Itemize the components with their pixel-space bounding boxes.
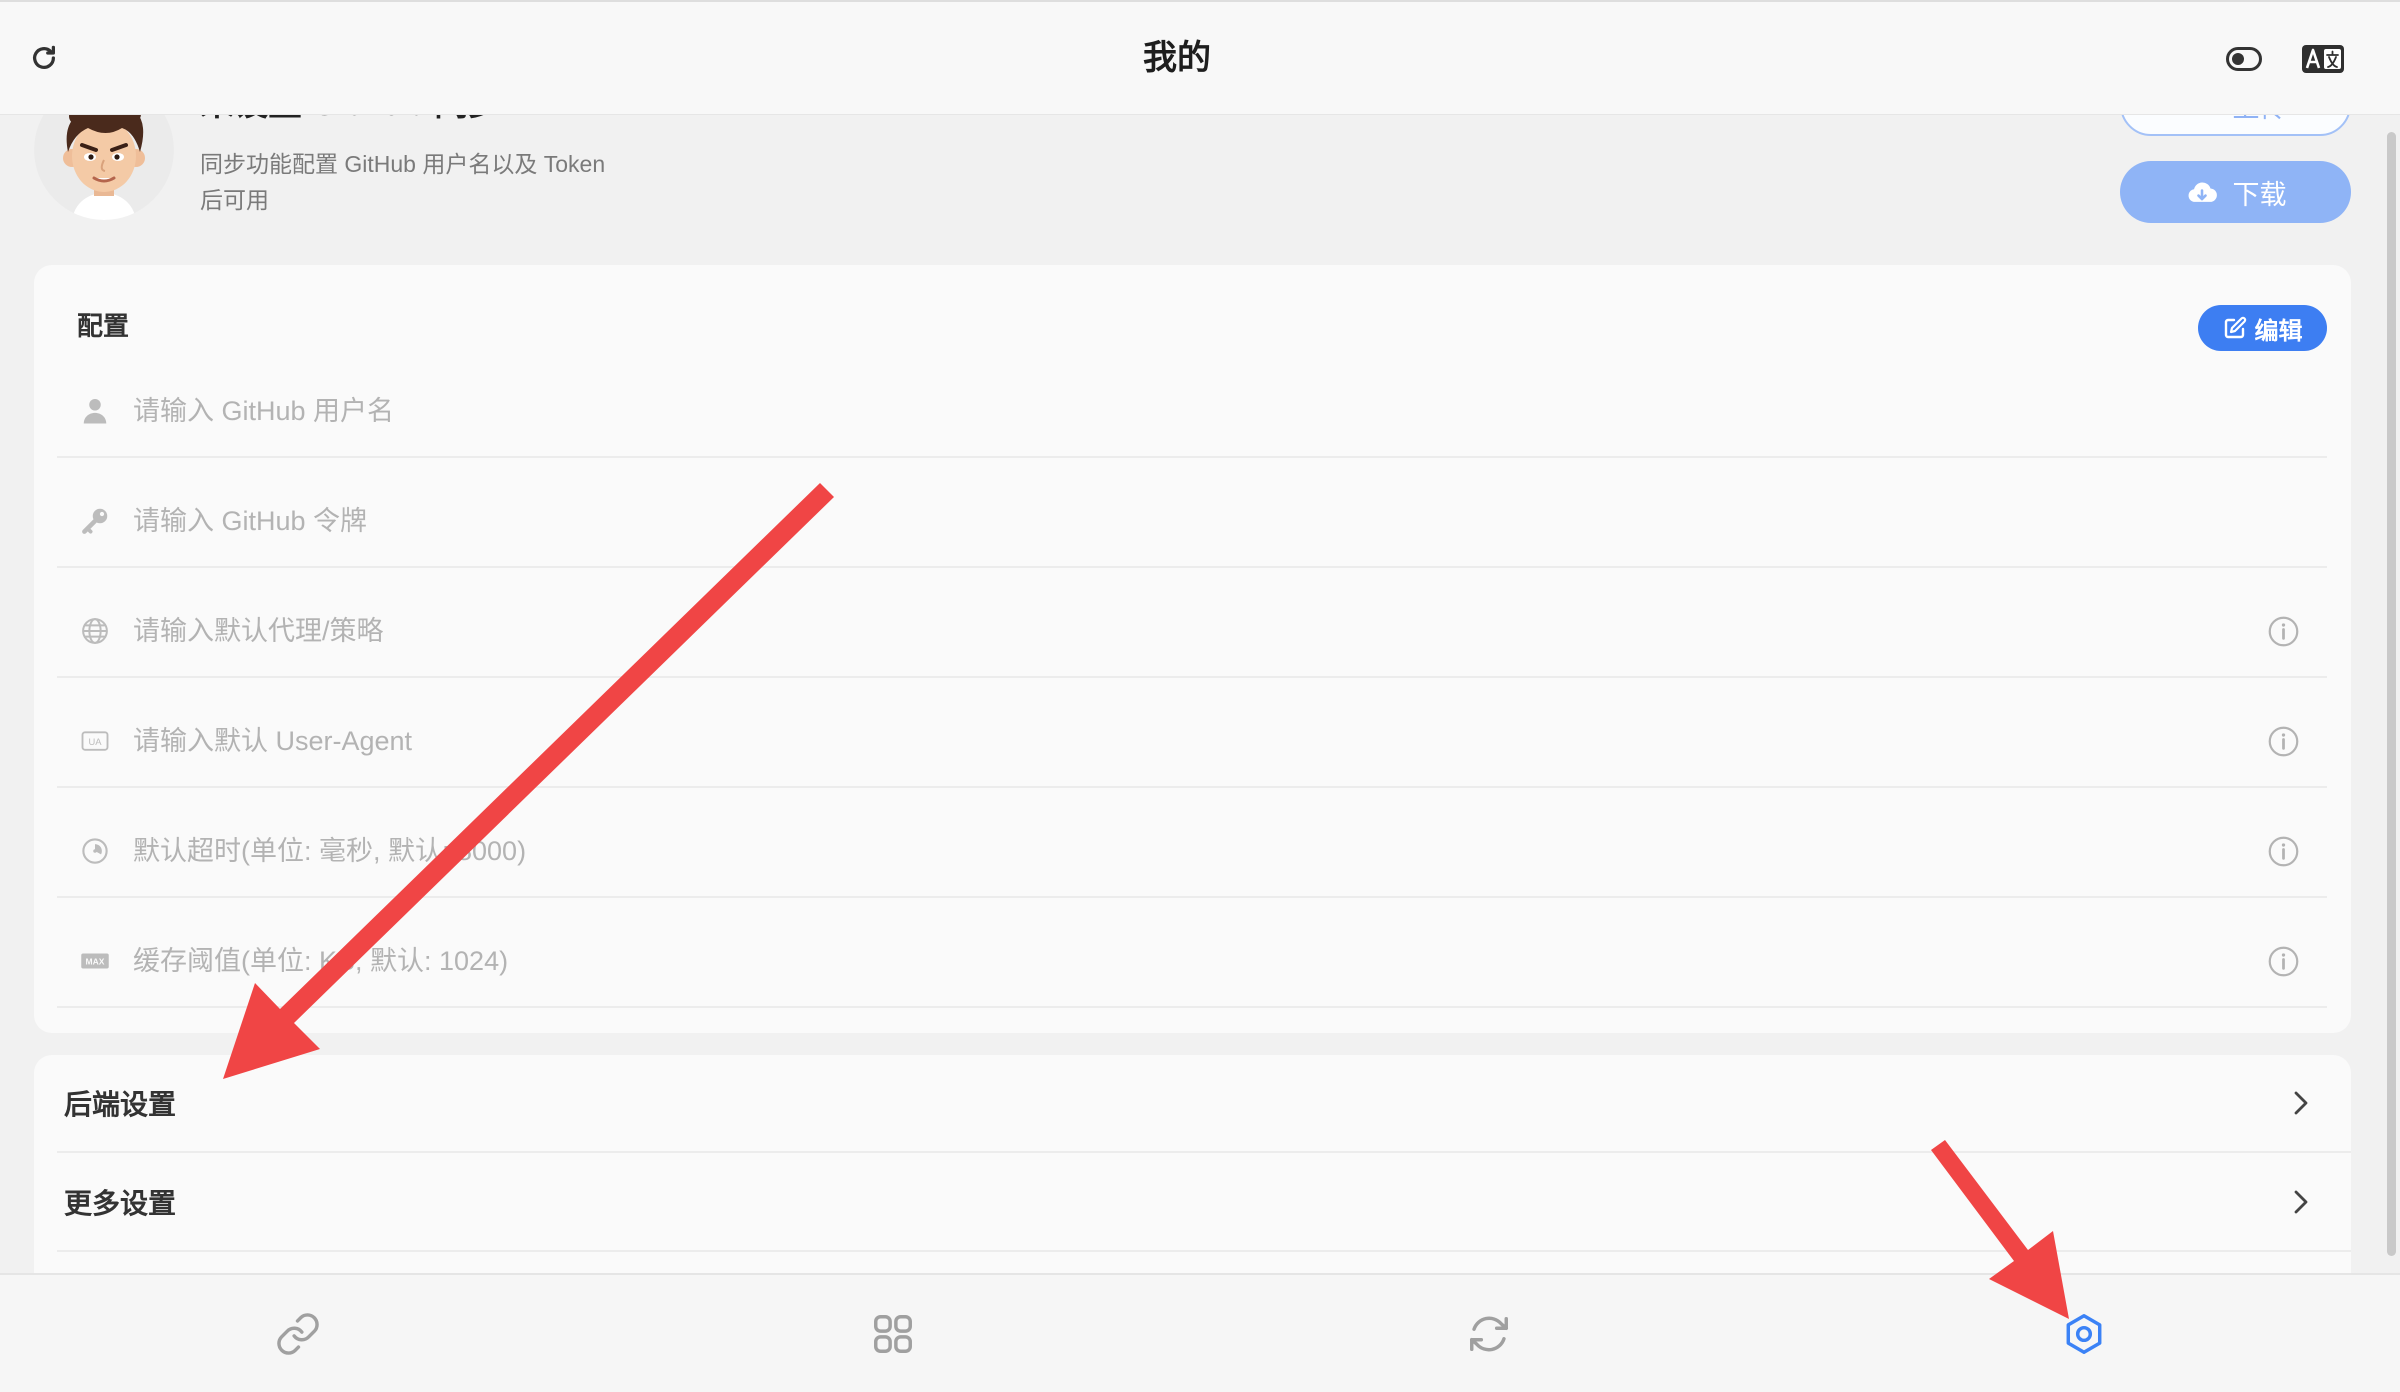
info-icon[interactable] bbox=[2267, 835, 2300, 868]
cache-threshold-input[interactable] bbox=[133, 939, 2267, 983]
grid-icon bbox=[874, 1314, 913, 1353]
timer-icon bbox=[80, 836, 110, 866]
info-icon[interactable] bbox=[2267, 725, 2300, 758]
link-icon bbox=[276, 1312, 319, 1355]
field-row-username bbox=[57, 348, 2327, 458]
scrollbar[interactable] bbox=[2387, 132, 2396, 1256]
config-title: 配置 bbox=[77, 311, 130, 341]
sync-icon bbox=[1469, 1316, 1508, 1351]
profile-subtitle-line: 同步功能配置 GitHub 用户名以及 Token bbox=[200, 151, 606, 177]
default-proxy-input[interactable] bbox=[133, 609, 2267, 653]
page-title: 我的 bbox=[1143, 39, 1211, 77]
tab-link[interactable] bbox=[0, 1275, 596, 1392]
config-fields: UA MAX bbox=[57, 348, 2327, 1008]
profile-subtitle-line: 后可用 bbox=[200, 187, 269, 213]
info-icon[interactable] bbox=[2267, 615, 2300, 648]
bottom-tab-bar bbox=[0, 1273, 2400, 1392]
edit-button-label: 编辑 bbox=[2254, 317, 2303, 345]
info-icon[interactable] bbox=[2267, 945, 2300, 978]
theme-toggle-icon bbox=[2226, 47, 2262, 71]
ua-icon: UA bbox=[80, 726, 110, 756]
field-row-proxy bbox=[57, 568, 2327, 678]
profile-subtitle: 同步功能配置 GitHub 用户名以及 Token 后可用 bbox=[200, 146, 605, 218]
key-icon bbox=[80, 506, 110, 536]
github-username-input[interactable] bbox=[133, 389, 2327, 433]
field-row-user-agent: UA bbox=[57, 678, 2327, 788]
top-bar: 我的 bbox=[0, 0, 2400, 115]
download-button[interactable]: 下载 bbox=[2120, 161, 2351, 223]
field-row-token bbox=[57, 458, 2327, 568]
svg-text:MAX: MAX bbox=[86, 956, 105, 966]
globe-icon bbox=[80, 616, 110, 646]
default-timeout-input[interactable] bbox=[133, 829, 2267, 873]
chevron-right-icon bbox=[2291, 1187, 2311, 1217]
edit-button[interactable]: 编辑 bbox=[2198, 305, 2327, 351]
max-icon: MAX bbox=[80, 946, 110, 976]
refresh-button[interactable] bbox=[26, 40, 62, 76]
theme-toggle-button[interactable] bbox=[2222, 44, 2266, 74]
settings-icon bbox=[2066, 1313, 2102, 1354]
field-row-timeout bbox=[57, 788, 2327, 898]
edit-icon bbox=[2224, 316, 2246, 339]
tab-grid[interactable] bbox=[596, 1275, 1192, 1392]
menu-item-label: 后端设置 bbox=[64, 1089, 177, 1120]
menu-item-more-settings[interactable]: 更多设置 bbox=[57, 1153, 2351, 1252]
refresh-icon bbox=[33, 45, 55, 69]
cloud-download-icon bbox=[2188, 182, 2217, 202]
tab-sync[interactable] bbox=[1191, 1275, 1787, 1392]
user-icon bbox=[80, 396, 110, 426]
translate-button[interactable] bbox=[2297, 41, 2349, 77]
default-user-agent-input[interactable] bbox=[133, 719, 2267, 763]
download-button-label: 下载 bbox=[2232, 179, 2287, 210]
menu-item-backend-settings[interactable]: 后端设置 bbox=[57, 1055, 2351, 1153]
svg-text:UA: UA bbox=[88, 737, 102, 747]
translate-icon bbox=[2302, 45, 2344, 73]
config-card: 配置 编辑 请输入 GitHub 用户名 请输入 GitHub 令牌 请输入默认… bbox=[34, 265, 2351, 1033]
github-token-input[interactable] bbox=[133, 499, 2327, 543]
chevron-right-icon bbox=[2291, 1088, 2311, 1118]
field-row-cache-threshold: MAX bbox=[57, 898, 2327, 1008]
tab-settings[interactable] bbox=[1787, 1275, 2383, 1392]
menu-item-label: 更多设置 bbox=[64, 1187, 177, 1219]
